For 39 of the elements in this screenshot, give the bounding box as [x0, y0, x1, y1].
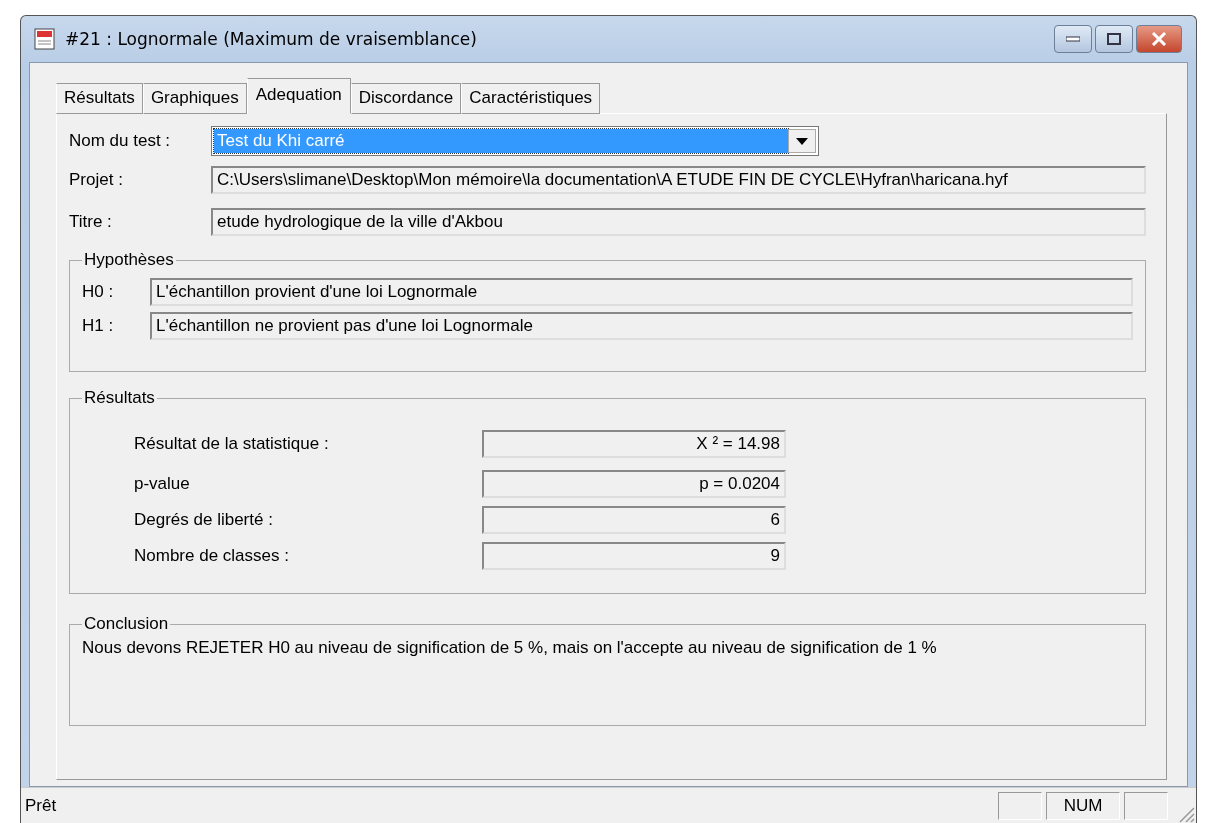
- value-field: 9: [482, 542, 786, 570]
- field-label: Nom du test :: [69, 131, 172, 151]
- close-button[interactable]: [1136, 25, 1182, 53]
- value-field: 6: [482, 506, 786, 534]
- field-label: Résultat de la statistique :: [134, 434, 330, 454]
- minimize-button[interactable]: [1054, 25, 1092, 53]
- status-indicator: NUM: [1046, 792, 1120, 820]
- text-field[interactable]: L'échantillon provient d'une loi Lognormale: [150, 278, 1133, 306]
- field-label: Degrés de liberté :: [134, 510, 274, 530]
- text-field[interactable]: C:\Users\slimane\Desktop\Mon mémoire\la documentation\A ETUDE FIN DE CYCLE\Hyfran\haricana.hyf: [211, 166, 1146, 194]
- status-panel: [1124, 792, 1168, 820]
- group-title: Résultats: [83, 388, 156, 408]
- group-title: Hypothèses: [83, 250, 175, 270]
- status-text: Prêt: [25, 796, 58, 816]
- window-title: #21 : Lognormale (Maximum de vraisemblance): [65, 29, 478, 49]
- value-field: p = 0.0204: [482, 470, 786, 498]
- group-title: Conclusion: [83, 614, 170, 634]
- minimize-icon: [1066, 36, 1080, 42]
- text-field[interactable]: L'échantillon ne provient pas d'une loi Lognormale: [150, 312, 1133, 340]
- field-label: H0 :: [82, 282, 115, 302]
- tab[interactable]: Graphiques: [142, 83, 247, 114]
- field-label: Titre :: [69, 212, 113, 232]
- tab[interactable]: Résultats: [56, 83, 143, 114]
- status-panel: [998, 792, 1042, 820]
- text-field[interactable]: etude hydrologique de la ville d'Akbou: [211, 208, 1146, 236]
- value-field: X ² = 14.98: [482, 430, 786, 458]
- maximize-icon: [1107, 33, 1121, 45]
- field-label: H1 :: [82, 316, 115, 336]
- tab[interactable]: Adequation: [246, 78, 351, 114]
- tab[interactable]: Caractéristiques: [461, 83, 601, 114]
- field-label: p-value: [134, 474, 191, 494]
- close-icon: [1151, 32, 1167, 46]
- document-icon: [33, 27, 57, 51]
- field-label: Projet :: [69, 170, 124, 190]
- maximize-button[interactable]: [1095, 25, 1133, 53]
- conclusion-text: Nous devons REJETER H0 au niveau de signification de 5 %, mais on l'accepte au niveau de signification de 1 %: [82, 638, 937, 657]
- tab[interactable]: Discordance: [350, 83, 462, 114]
- field-label: Nombre de classes :: [134, 546, 290, 566]
- caret-icon: [796, 137, 808, 145]
